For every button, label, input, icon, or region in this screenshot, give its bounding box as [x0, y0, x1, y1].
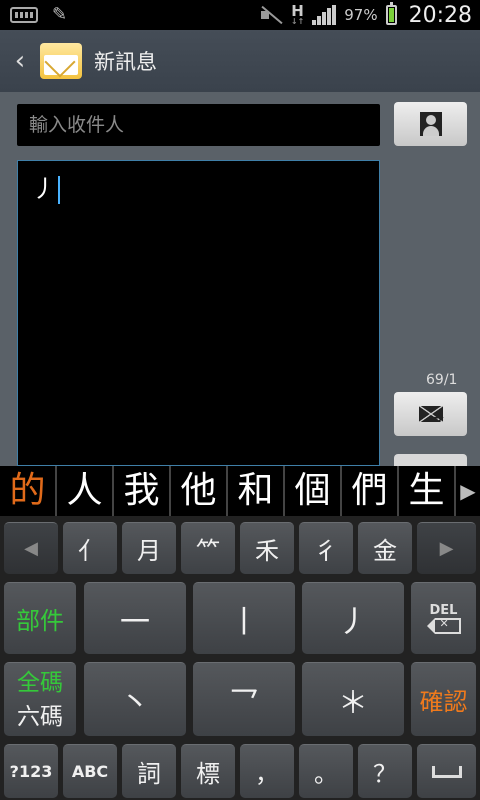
delete-key[interactable]: DEL: [411, 582, 476, 654]
phrase-key[interactable]: 詞: [122, 744, 176, 798]
period-key[interactable]: 。: [299, 744, 353, 798]
mute-icon: [259, 6, 283, 24]
delete-label: DEL: [429, 602, 458, 618]
radical-key[interactable]: 禾: [240, 522, 294, 574]
candidate-item[interactable]: 他: [171, 466, 228, 516]
message-input[interactable]: 丿: [17, 160, 380, 466]
send-mail-icon: [418, 406, 444, 426]
send-button[interactable]: [394, 392, 467, 436]
text-cursor: [58, 176, 60, 204]
battery-percent: 97%: [344, 6, 378, 24]
radical-mode-key[interactable]: 部件: [4, 582, 76, 654]
status-bar: ✎ H ↓↑ 97% 20:28: [0, 0, 480, 30]
radical-next-key[interactable]: ▶: [417, 522, 476, 574]
input-mode-key[interactable]: 全碼 六碼: [4, 662, 76, 736]
candidate-item[interactable]: 和: [228, 466, 285, 516]
radical-key[interactable]: ⺮: [181, 522, 235, 574]
radical-key[interactable]: 月: [122, 522, 176, 574]
backspace-icon: [426, 617, 461, 634]
compose-area: 輸入收件人 丿 69/1: [0, 92, 480, 466]
network-type-icon: H ↓↑: [291, 4, 304, 26]
message-text-wrap: 丿: [32, 169, 60, 204]
stroke-key[interactable]: 乛: [193, 662, 295, 736]
signal-icon: [312, 5, 337, 25]
space-icon: [431, 765, 462, 778]
candidate-item[interactable]: 們: [342, 466, 399, 516]
radical-prev-key[interactable]: ◀: [4, 522, 58, 574]
symbols-key[interactable]: ?123: [4, 744, 58, 798]
stroke-key[interactable]: 丿: [302, 582, 404, 654]
network-activity-label: ↓↑: [290, 17, 305, 26]
question-key[interactable]: ？: [358, 744, 412, 798]
candidate-item[interactable]: 個: [285, 466, 342, 516]
clock: 20:28: [408, 2, 472, 28]
confirm-key[interactable]: 確認: [411, 662, 476, 736]
attach-button[interactable]: [394, 454, 467, 466]
messages-app-icon[interactable]: [40, 43, 82, 79]
radical-key[interactable]: 彳: [299, 522, 353, 574]
radical-key[interactable]: 亻: [63, 522, 117, 574]
stroke-key[interactable]: 一: [84, 582, 186, 654]
candidate-item[interactable]: 生: [399, 466, 456, 516]
candidate-item[interactable]: 我: [114, 466, 171, 516]
candidate-bar: 的 人 我 他 和 個 們 生 ▶: [0, 466, 480, 516]
space-key[interactable]: [417, 744, 476, 798]
pen-icon: ✎: [52, 4, 68, 25]
more-candidates-icon[interactable]: ▶: [456, 466, 480, 516]
contact-icon: [419, 112, 442, 136]
punctuation-key[interactable]: 標: [181, 744, 235, 798]
abc-key[interactable]: ABC: [63, 744, 117, 798]
recipient-placeholder: 輸入收件人: [29, 114, 125, 136]
candidate-item[interactable]: 的: [0, 466, 57, 516]
candidate-item[interactable]: 人: [57, 466, 114, 516]
back-icon[interactable]: ‹: [0, 30, 40, 92]
stroke-key[interactable]: 丨: [193, 582, 295, 654]
stroke-key[interactable]: 丶: [84, 662, 186, 736]
recipient-input[interactable]: 輸入收件人: [17, 104, 380, 146]
char-counter: 69/1: [426, 372, 458, 388]
wildcard-key[interactable]: ＊: [302, 662, 404, 736]
radical-key[interactable]: 金: [358, 522, 412, 574]
battery-icon: [385, 2, 397, 25]
comma-key[interactable]: ，: [240, 744, 294, 798]
mode-full-label: 全碼: [17, 669, 63, 696]
mode-six-label: 六碼: [17, 703, 63, 730]
message-text: 丿: [32, 175, 56, 203]
add-contact-button[interactable]: [394, 102, 467, 146]
keyboard-icon: [10, 7, 38, 23]
page-title: 新訊息: [94, 50, 157, 74]
keyboard: ◀ 亻 月 ⺮ 禾 彳 金 ▶ 部件 一 丨 丿 DEL 全碼 六碼 丶 乛 ＊…: [0, 516, 480, 800]
action-bar: ‹ 新訊息: [0, 30, 480, 92]
